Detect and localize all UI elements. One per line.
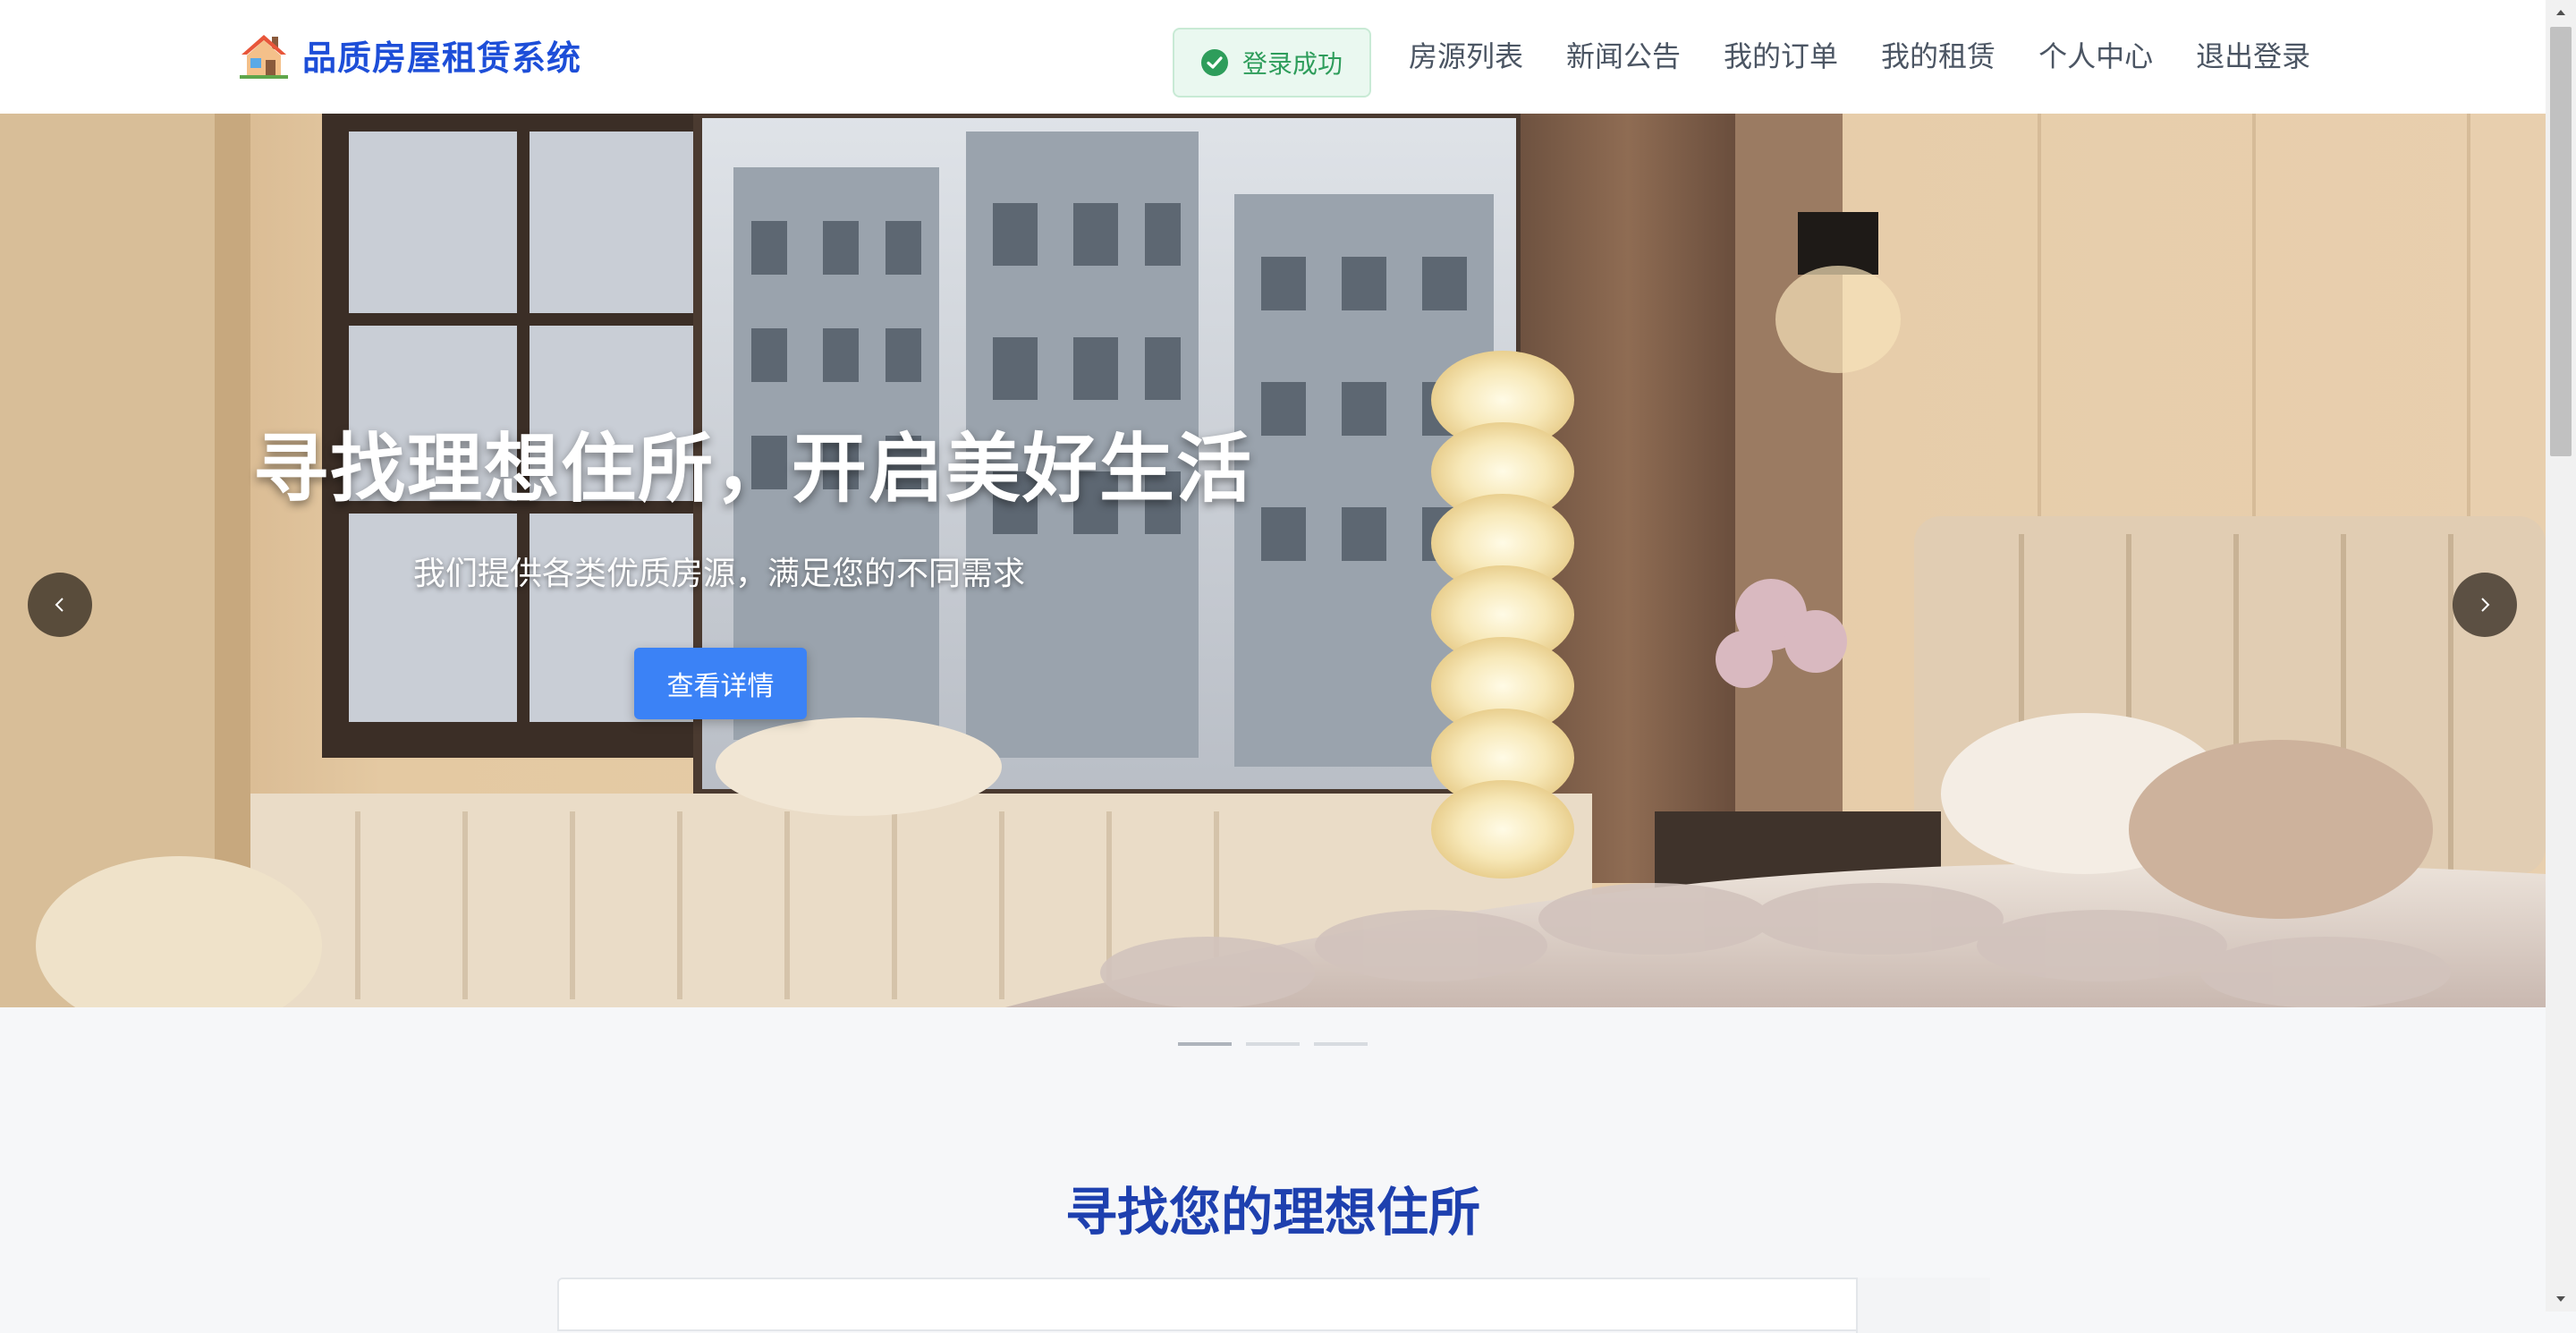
check-circle-icon [1200,49,1228,76]
brand[interactable]: 品质房屋租赁系统 [240,30,581,80]
bedroom-banner-image [0,114,2546,1007]
nav-profile[interactable]: 个人中心 [2038,34,2153,75]
search-section-title: 寻找您的理想住所 [1064,1182,1480,1243]
carousel-indicator-1[interactable] [1178,1042,1232,1046]
carousel-prev-button[interactable] [28,573,92,637]
main-nav: 房源列表 新闻公告 我的订单 我的租赁 个人中心 退出登录 [1409,34,2310,75]
search-bar [557,1278,1990,1333]
search-button[interactable] [1856,1278,1990,1333]
page-scrollbar[interactable] [2546,0,2576,1312]
nav-my-orders[interactable]: 我的订单 [1724,34,1838,75]
search-input[interactable] [559,1279,1856,1331]
scrollbar-thumb[interactable] [2550,27,2572,456]
hero-subtitle: 我们提供各类优质房源，满足您的不同需求 [413,556,1026,592]
scroll-up-arrow-icon[interactable] [2546,0,2576,25]
carousel-indicator-3[interactable] [1314,1042,1368,1046]
nav-logout[interactable]: 退出登录 [2196,34,2310,75]
chevron-right-icon [2481,598,2490,612]
nav-news[interactable]: 新闻公告 [1566,34,1681,75]
top-navbar: 品质房屋租赁系统 登录成功 房源列表 新闻公告 我的订单 我的租赁 个人中心 退… [0,0,2546,115]
nav-my-rentals[interactable]: 我的租赁 [1881,34,1996,75]
carousel-indicators [1178,1042,1382,1046]
chevron-left-icon [55,598,64,612]
carousel-next-button[interactable] [2453,573,2517,637]
carousel-indicator-2[interactable] [1246,1042,1300,1046]
brand-title: 品质房屋租赁系统 [302,38,582,78]
hero-title: 寻找理想住所，开启美好生活 [253,425,1254,513]
house-icon [240,34,288,79]
toast-message: 登录成功 [1241,49,1343,79]
login-success-toast: 登录成功 [1173,28,1371,98]
view-details-button[interactable]: 查看详情 [634,648,807,719]
hero-carousel: 寻找理想住所，开启美好生活 我们提供各类优质房源，满足您的不同需求 查看详情 [0,114,2546,1007]
scroll-down-arrow-icon[interactable] [2546,1286,2576,1312]
nav-house-list[interactable]: 房源列表 [1409,34,1523,75]
